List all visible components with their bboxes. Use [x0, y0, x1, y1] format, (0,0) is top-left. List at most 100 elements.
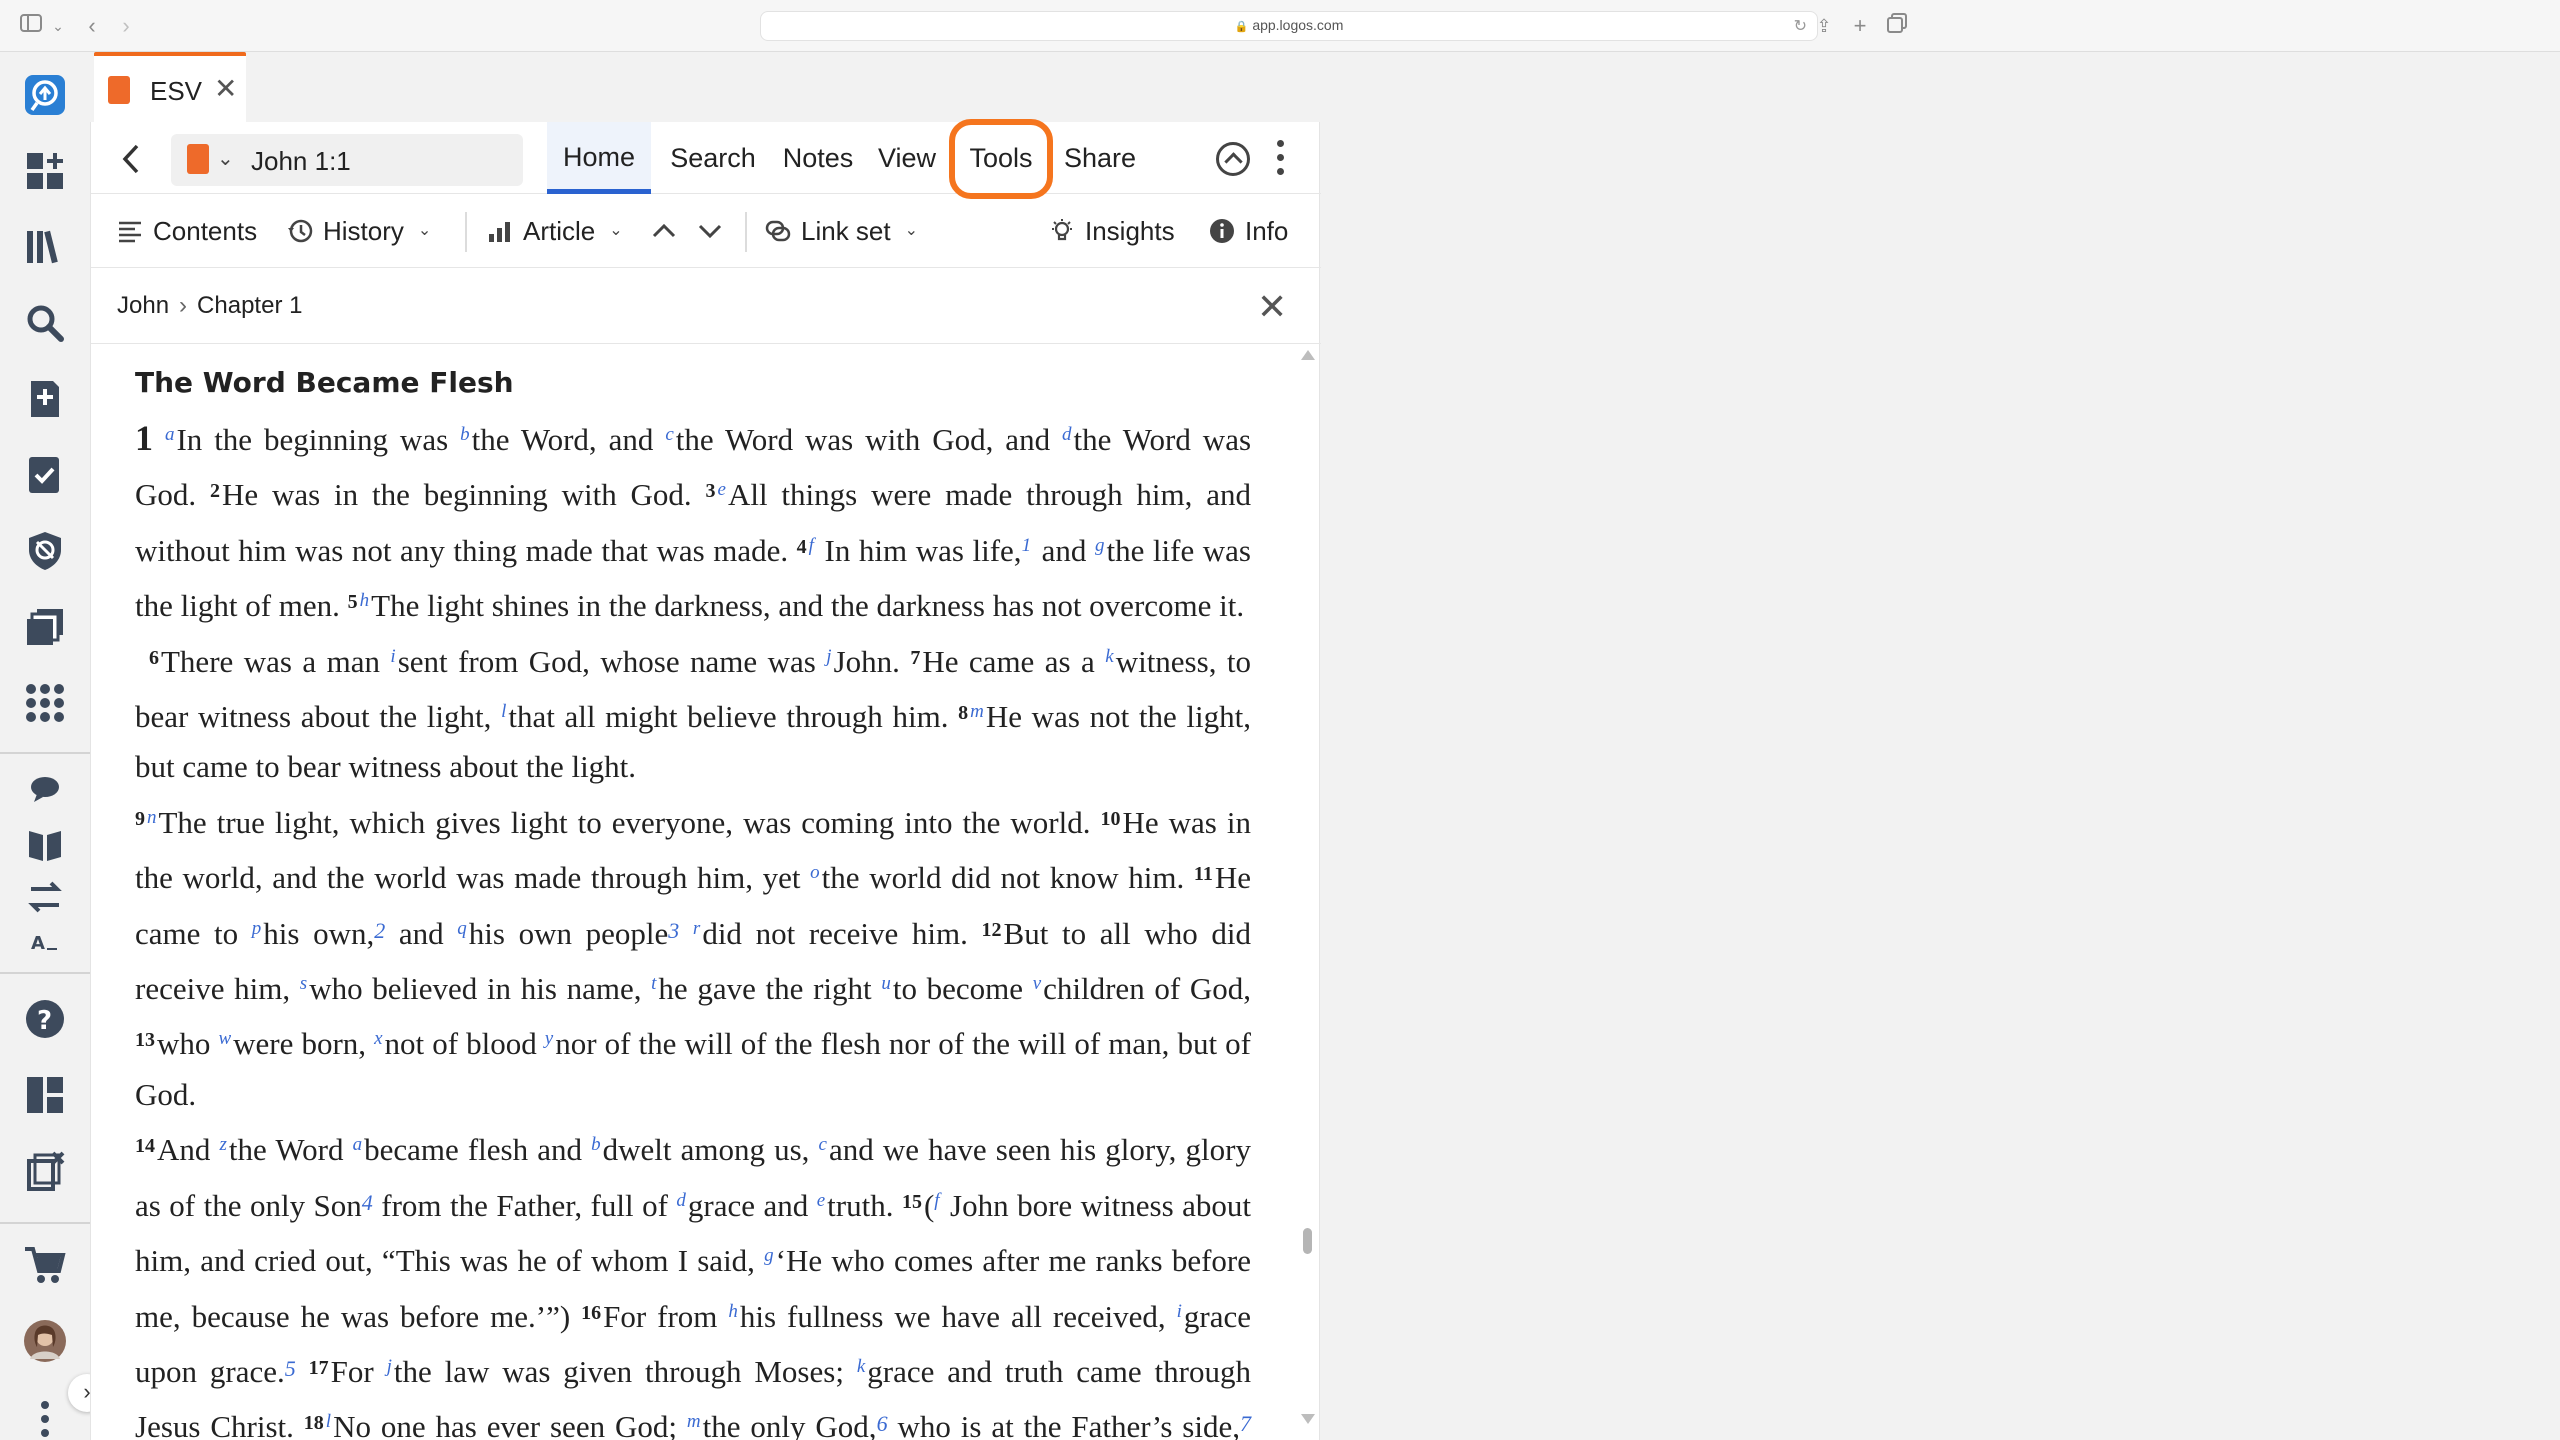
- url-text: app.logos.com: [1252, 17, 1344, 33]
- insights-label: Insights: [1085, 216, 1175, 246]
- tab-title: ESV: [150, 76, 203, 106]
- chevron-down-icon: ⌄: [417, 222, 432, 239]
- reference-text[interactable]: John 1:1: [251, 146, 351, 177]
- scroll-down-arrow[interactable]: [1301, 1414, 1315, 1424]
- chevron-down-icon: ⌄: [904, 222, 919, 239]
- info-icon: [1210, 219, 1234, 243]
- bible-content: The Word Became Flesh 1 aIn the beginnin…: [91, 344, 1321, 1440]
- info-label: Info: [1245, 216, 1289, 246]
- close-layouts-icon[interactable]: [22, 1148, 68, 1194]
- toolbar-divider: [465, 212, 467, 252]
- reference-box[interactable]: ⌄ John 1:1: [171, 134, 523, 186]
- tab-notes[interactable]: Notes: [773, 122, 863, 194]
- toolbar-divider: [745, 212, 747, 252]
- paragraph: 6There was a man isent from God, whose n…: [135, 643, 1251, 785]
- tools-highlight-ring: [949, 119, 1053, 199]
- checklist-icon[interactable]: [22, 452, 68, 498]
- tools-row: Contents History ⌄ Article ⌄ Link set ⌄ …: [91, 194, 1321, 268]
- paragraph: 1 aIn the beginning was bthe Word, and c…: [135, 418, 1252, 624]
- contents-label: Contents: [153, 216, 258, 246]
- collapse-toolbar-icon[interactable]: [1216, 142, 1250, 176]
- breadcrumb-book[interactable]: John: [117, 292, 169, 319]
- resource-panel: ⌄ John 1:1 Home Search Notes View Tools …: [90, 119, 1321, 1440]
- panel-toolbar: ⌄ John 1:1 Home Search Notes View Tools …: [91, 119, 1321, 199]
- forward-icon[interactable]: ›: [114, 12, 138, 40]
- add-dashboard-icon[interactable]: [22, 148, 68, 194]
- swap-icon[interactable]: [22, 874, 68, 920]
- breadcrumb-separator: ›: [179, 292, 188, 319]
- history-button[interactable]: History ⌄: [287, 194, 431, 268]
- url-text-wrapper: 🔒 app.logos.com: [761, 17, 1817, 33]
- info-button[interactable]: Info: [1209, 194, 1288, 268]
- help-icon[interactable]: ?: [22, 996, 68, 1042]
- apps-grid-icon[interactable]: [22, 680, 68, 726]
- resource-tab[interactable]: ESV ✕: [94, 52, 246, 122]
- layouts-icon[interactable]: [22, 604, 68, 650]
- sidebar-divider: [0, 972, 90, 974]
- tab-view[interactable]: View: [871, 122, 943, 194]
- chevron-down-icon[interactable]: ⌄: [217, 146, 234, 171]
- link-set-icon: [765, 220, 791, 242]
- scroll-up-arrow[interactable]: [1301, 350, 1315, 360]
- list-icon: [119, 221, 141, 243]
- chat-icon[interactable]: [22, 768, 68, 814]
- bible-text: 1 aIn the beginning was bthe Word, and c…: [135, 410, 1251, 1440]
- font-size-icon[interactable]: A: [22, 918, 68, 964]
- tab-overview-icon[interactable]: [1884, 12, 1910, 40]
- left-sidebar: A ?: [0, 52, 90, 1440]
- close-tab-icon[interactable]: ✕: [214, 72, 237, 105]
- svg-text:?: ?: [37, 1006, 52, 1036]
- section-heading: The Word Became Flesh: [135, 366, 514, 399]
- search-icon[interactable]: [22, 300, 68, 346]
- resource-cover-icon: [187, 144, 209, 174]
- link-set-label: Link set: [801, 216, 891, 246]
- article-label: Article: [523, 216, 596, 246]
- tab-share[interactable]: Share: [1055, 122, 1145, 194]
- shield-icon[interactable]: [22, 528, 68, 574]
- sidebar-divider: [0, 1222, 90, 1224]
- insights-button[interactable]: Insights: [1049, 194, 1175, 268]
- open-book-icon[interactable]: [22, 822, 68, 868]
- chevron-down-icon: ⌄: [609, 222, 623, 239]
- chevron-down-icon: [698, 224, 722, 239]
- reload-icon[interactable]: ↻: [1794, 16, 1807, 36]
- history-label: History: [323, 216, 404, 246]
- library-icon[interactable]: [22, 224, 68, 270]
- share-icon[interactable]: ⇪: [1812, 12, 1836, 40]
- more-vertical-icon[interactable]: [22, 1396, 68, 1440]
- article-button[interactable]: Article ⌄: [487, 194, 623, 268]
- logos-logo-icon[interactable]: [22, 72, 68, 118]
- link-set-button[interactable]: Link set ⌄: [765, 194, 918, 268]
- tab-home[interactable]: Home: [547, 122, 651, 194]
- scrollbar-thumb[interactable]: [1303, 1228, 1312, 1254]
- next-article-button[interactable]: [697, 194, 723, 268]
- sidebar-toggle-icon[interactable]: [18, 12, 44, 40]
- breadcrumb-chapter[interactable]: Chapter 1: [197, 292, 302, 319]
- sidebar-divider: [0, 752, 90, 754]
- cart-icon[interactable]: [22, 1242, 68, 1288]
- tab-search[interactable]: Search: [661, 122, 765, 194]
- url-bar[interactable]: 🔒 app.logos.com ↻: [760, 11, 1818, 41]
- close-breadcrumb-icon[interactable]: ✕: [1257, 286, 1287, 328]
- chevron-up-icon: [652, 223, 676, 238]
- previous-article-button[interactable]: [651, 194, 677, 268]
- back-icon[interactable]: ‹: [80, 12, 104, 40]
- paragraph: 14And zthe Word abecame flesh and bdwelt…: [135, 1132, 1251, 1440]
- breadcrumb: John › Chapter 1: [117, 292, 302, 320]
- lightbulb-icon: [1052, 219, 1072, 241]
- contents-button[interactable]: Contents: [117, 194, 257, 268]
- chevron-down-icon[interactable]: ⌄: [50, 12, 66, 40]
- browser-chrome: ⌄ ‹ › 🔒 app.logos.com ↻ ⇪ +: [0, 0, 2560, 52]
- lock-icon: 🔒: [1234, 21, 1249, 33]
- paragraph: 9 nThe true light, which gives light to e…: [135, 804, 1252, 1112]
- resource-cover-icon: [108, 76, 130, 104]
- add-note-icon[interactable]: [22, 376, 68, 422]
- breadcrumb-row: John › Chapter 1 ✕: [91, 268, 1321, 344]
- back-arrow-icon[interactable]: [117, 142, 147, 176]
- svg-text:A: A: [31, 933, 45, 954]
- new-tab-icon[interactable]: +: [1848, 12, 1872, 40]
- more-vertical-icon[interactable]: [1277, 140, 1287, 180]
- avatar[interactable]: [22, 1318, 68, 1364]
- dashboard-icon[interactable]: [22, 1072, 68, 1118]
- history-icon: [288, 219, 313, 243]
